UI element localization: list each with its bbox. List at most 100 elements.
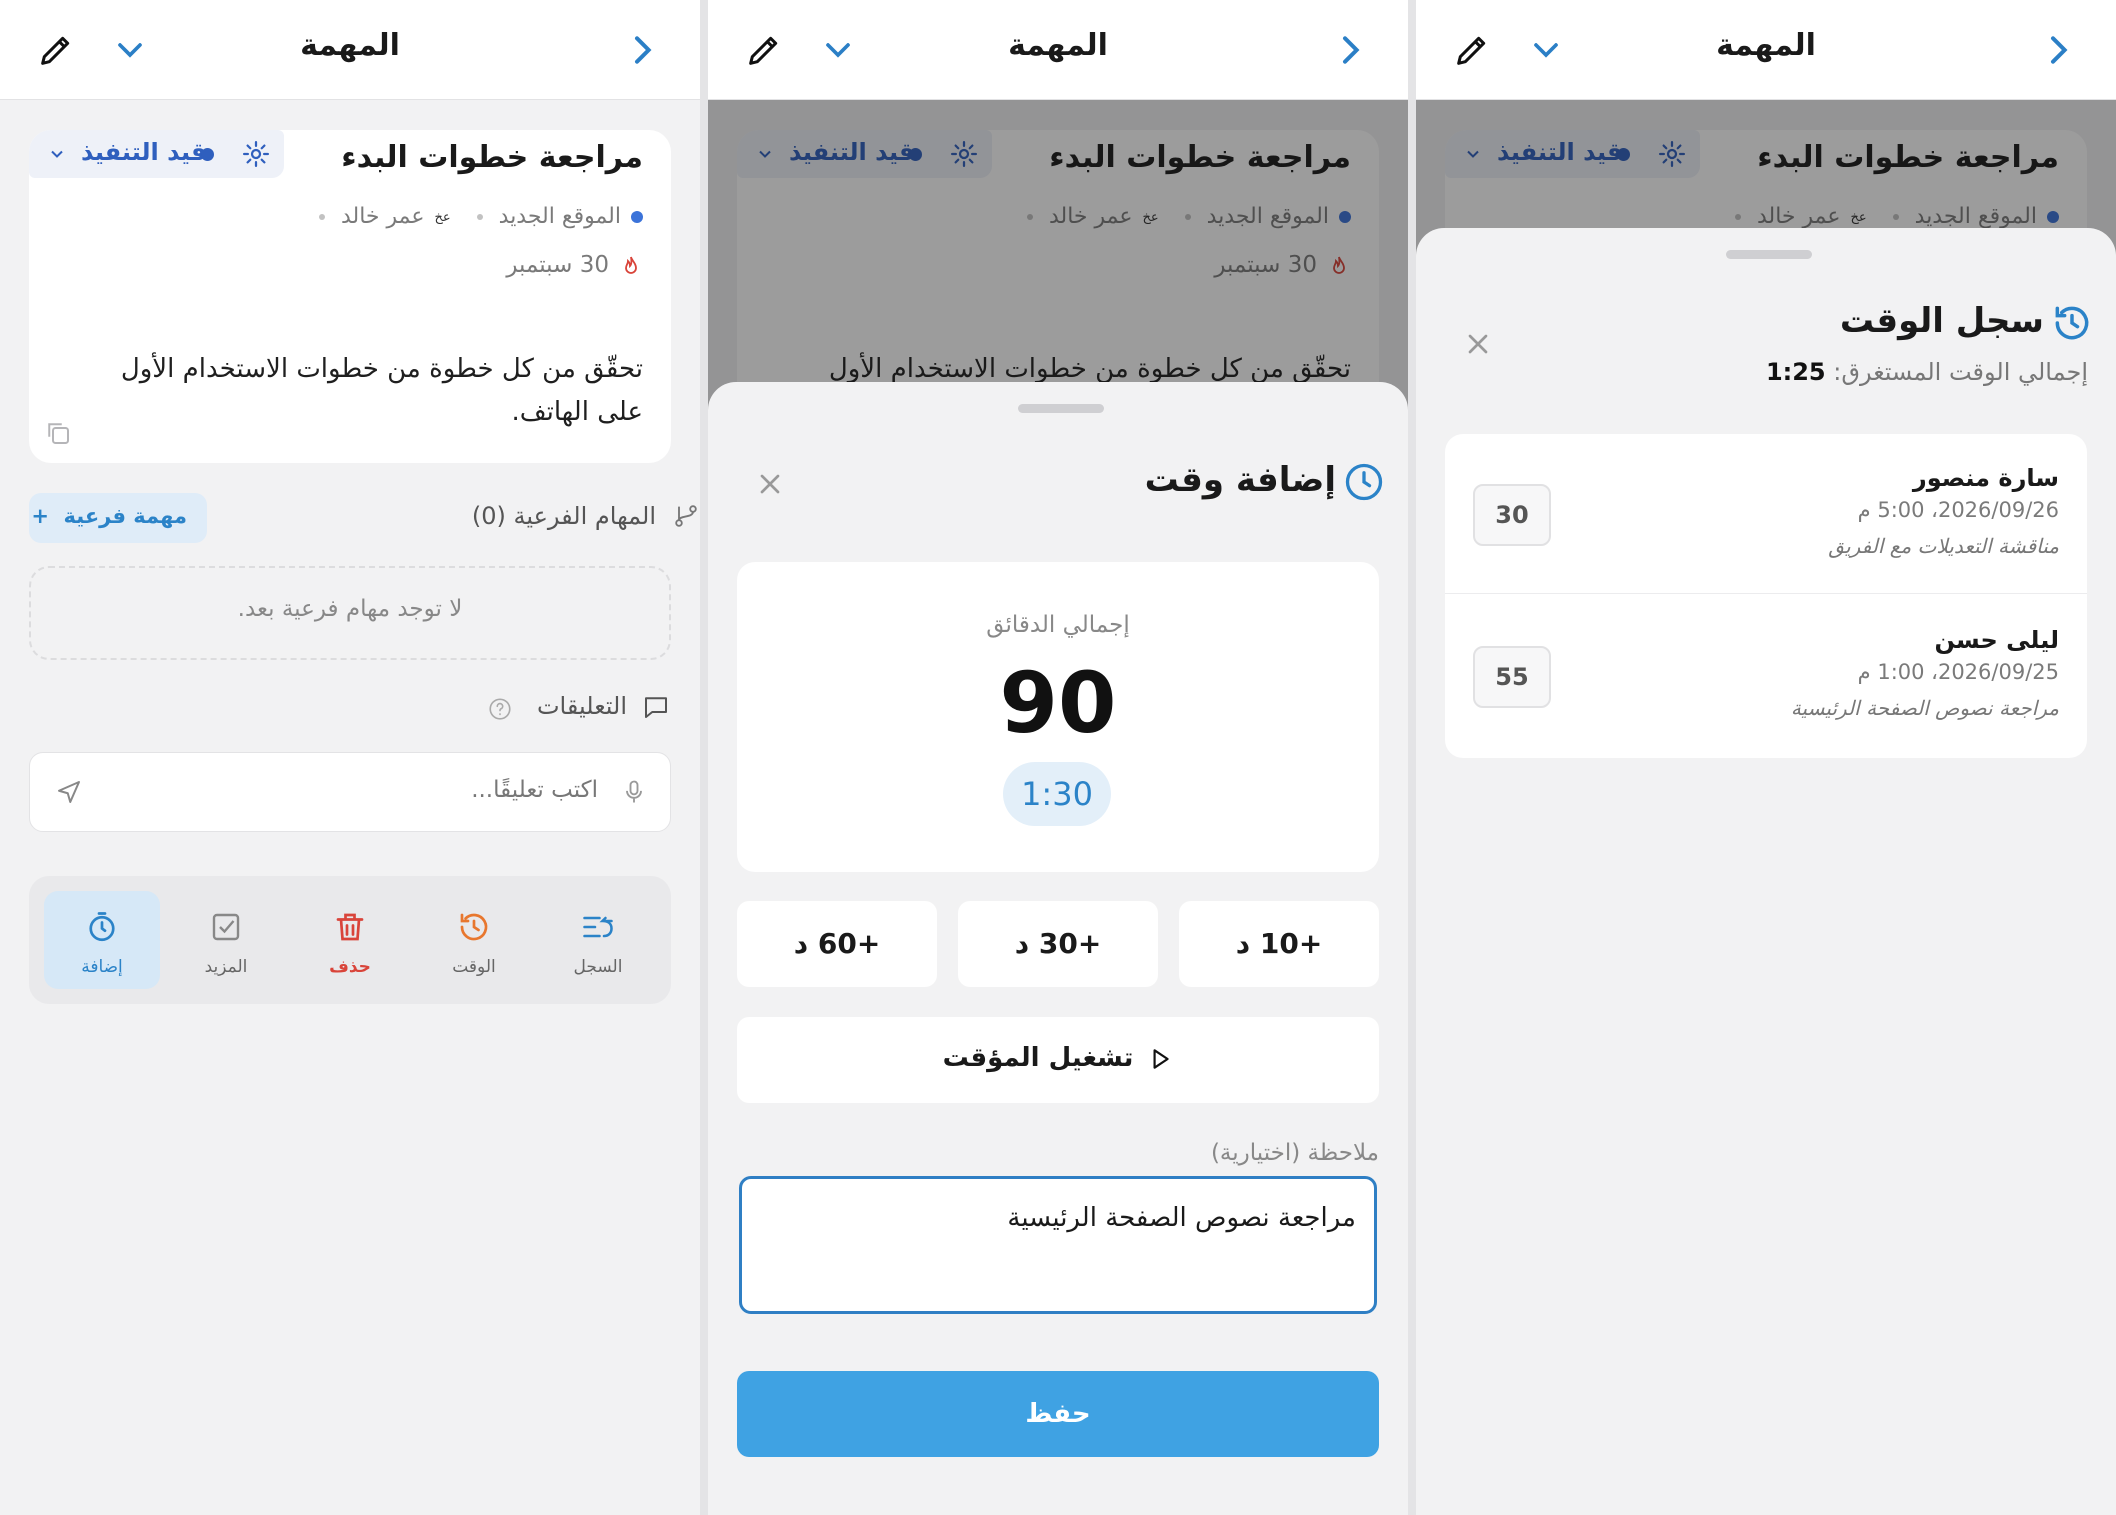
- entry-minutes: 30: [1473, 484, 1551, 546]
- action-toolbar: السجل الوقت حذف المزيد إضافة: [29, 876, 671, 1004]
- assignee-name: عمر خالد: [340, 204, 425, 229]
- time-log-screen: المهمة مراجعة خطوات البدء قيد التنفيذ ال…: [1416, 0, 2116, 1515]
- due-date-text: 30 سبتمبر: [506, 252, 609, 278]
- header-title: المهمة: [300, 28, 400, 63]
- more-button[interactable]: المزيد: [168, 891, 284, 989]
- header-bar: المهمة: [0, 0, 700, 100]
- header-title: المهمة: [1716, 28, 1816, 63]
- log-button[interactable]: السجل: [540, 891, 656, 989]
- total-minutes-card: إجمالي الدقائق 90 1:30: [737, 562, 1379, 872]
- timer-add-icon: [89, 912, 115, 942]
- time-label: الوقت: [452, 957, 496, 977]
- status-label: قيد التنفيذ: [81, 138, 207, 166]
- total-time-value: 1:25: [1765, 358, 1826, 386]
- close-icon[interactable]: [754, 468, 786, 500]
- send-icon[interactable]: [54, 777, 84, 807]
- gear-icon[interactable]: [241, 139, 271, 169]
- comment-icon: [645, 697, 667, 718]
- branch-icon: [675, 505, 697, 527]
- add-60-button[interactable]: +60 د: [737, 901, 937, 987]
- entry-note: مراجعة نصوص الصفحة الرئيسية: [1790, 696, 2059, 720]
- panel-separator: [1408, 0, 1416, 1515]
- sheet-grabber[interactable]: [1726, 250, 1812, 259]
- play-icon: [1153, 1048, 1170, 1069]
- back-chevron-icon[interactable]: [2038, 30, 2078, 70]
- panel-separator: [700, 0, 708, 1515]
- comments-header: التعليقات: [371, 690, 671, 730]
- total-minutes-label: إجمالي الدقائق: [986, 612, 1130, 638]
- entry-datetime: 2026/09/25، 1:00 م: [1857, 660, 2059, 684]
- add-time-button[interactable]: إضافة: [44, 891, 160, 989]
- list-item[interactable]: ليلى حسن 2026/09/25، 1:00 م مراجعة نصوص …: [1445, 596, 2087, 756]
- clock-icon: [1345, 463, 1383, 501]
- add-30-button[interactable]: +30 د: [958, 901, 1158, 987]
- list-item[interactable]: سارة منصور 2026/09/26، 5:00 م مناقشة الت…: [1445, 434, 2087, 594]
- comment-input[interactable]: اكتب تعليقًا...: [29, 752, 671, 832]
- add-10-button[interactable]: +10 د: [1179, 901, 1379, 987]
- note-value: مراجعة نصوص الصفحة الرئيسية: [1007, 1203, 1356, 1233]
- task-meta: الموقع الجديد عخ عمر خالد: [303, 204, 643, 229]
- task-title: مراجعة خطوات البدء: [341, 140, 643, 175]
- back-chevron-icon[interactable]: [1330, 30, 1370, 70]
- copy-icon[interactable]: [43, 418, 73, 448]
- history-icon: [460, 913, 488, 941]
- time-log-sheet: سجل الوقت إجمالي الوقت المستغرق: 1:25 سا…: [1416, 228, 2116, 1515]
- microphone-icon[interactable]: [620, 777, 648, 807]
- list-undo-icon: [583, 916, 613, 938]
- trash-icon: [336, 913, 364, 941]
- total-minutes-value: 90: [999, 654, 1117, 752]
- header-title: المهمة: [1008, 28, 1108, 63]
- history-icon: [2055, 306, 2089, 340]
- entry-user: سارة منصور: [1912, 464, 2059, 492]
- formatted-duration: 1:30: [1003, 762, 1111, 826]
- delete-label: حذف: [329, 957, 371, 977]
- chevron-down-icon: [51, 150, 63, 158]
- meta-separator: [318, 214, 325, 220]
- header-bar: المهمة: [708, 0, 1408, 100]
- checkbox-icon: [212, 913, 240, 941]
- start-timer-button[interactable]: تشغيل المؤقت: [737, 1017, 1379, 1103]
- meta-separator: [476, 214, 483, 220]
- time-entries-list: سارة منصور 2026/09/26، 5:00 م مناقشة الت…: [1445, 434, 2087, 758]
- avatar: عخ: [434, 209, 451, 225]
- total-time-label: إجمالي الوقت المستغرق:: [1833, 358, 2088, 386]
- back-chevron-icon[interactable]: [622, 30, 662, 70]
- quick-add-row: +10 د +30 د +60 د: [737, 901, 1379, 987]
- header-bar: المهمة: [1416, 0, 2116, 100]
- note-input[interactable]: مراجعة نصوص الصفحة الرئيسية: [739, 1176, 1377, 1314]
- empty-subtasks-text: لا توجد مهام فرعية بعد.: [237, 596, 463, 622]
- help-icon[interactable]: [487, 696, 513, 722]
- status-dot: [201, 148, 214, 161]
- subtasks-empty-state: لا توجد مهام فرعية بعد.: [29, 566, 671, 660]
- total-time: إجمالي الوقت المستغرق: 1:25: [1766, 358, 2088, 386]
- entry-user: ليلى حسن: [1934, 626, 2059, 654]
- sheet-title: إضافة وقت: [1144, 460, 1336, 500]
- delete-button[interactable]: حذف: [292, 891, 408, 989]
- add-time-label: إضافة: [81, 957, 123, 977]
- entry-minutes: 55: [1473, 646, 1551, 708]
- task-detail-screen: المهمة مراجعة خطوات البدء قيد التنفيذ ال…: [0, 0, 700, 1515]
- project-dot: [631, 211, 643, 223]
- log-label: السجل: [573, 957, 623, 977]
- add-time-screen: المهمة مراجعة خطوات البدء قيد التنفيذ ال…: [708, 0, 1408, 1515]
- comments-heading: التعليقات: [536, 692, 627, 720]
- add-subtask-text: مهمة فرعية: [63, 504, 187, 528]
- note-label: ملاحظة (اختيارية): [1210, 1140, 1379, 1166]
- status-selector[interactable]: قيد التنفيذ: [29, 130, 284, 178]
- add-time-sheet: إضافة وقت إجمالي الدقائق 90 1:30 +10 د +…: [708, 382, 1408, 1515]
- start-timer-content: تشغيل المؤقت: [737, 1043, 1379, 1073]
- task-card: مراجعة خطوات البدء قيد التنفيذ الموقع ال…: [29, 130, 671, 463]
- start-timer-label: تشغيل المؤقت: [942, 1043, 1134, 1073]
- flame-icon: [625, 256, 637, 274]
- save-button[interactable]: حفظ: [737, 1371, 1379, 1457]
- due-date: 30 سبتمبر: [506, 252, 643, 278]
- add-subtask-label: مهمة فرعية +: [31, 504, 187, 528]
- task-description: تحقّق من كل خطوة من خطوات الاستخدام الأو…: [120, 354, 643, 427]
- comment-placeholder: اكتب تعليقًا...: [471, 777, 598, 803]
- close-icon[interactable]: [1462, 328, 1494, 360]
- sheet-grabber[interactable]: [1018, 404, 1104, 413]
- sheet-title: سجل الوقت: [1839, 301, 2044, 341]
- add-subtask-button[interactable]: مهمة فرعية +: [29, 493, 207, 543]
- more-label: المزيد: [204, 957, 248, 977]
- time-button[interactable]: الوقت: [416, 891, 532, 989]
